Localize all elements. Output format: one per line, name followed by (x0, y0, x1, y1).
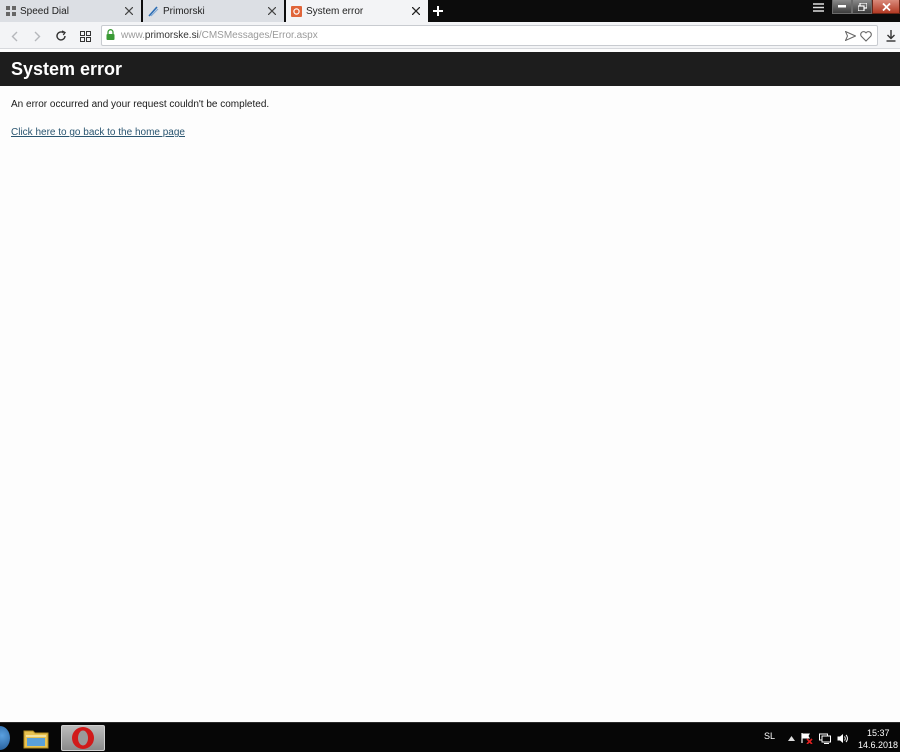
chevron-up-icon (787, 735, 795, 741)
minimize-icon (838, 5, 846, 8)
forward-button[interactable] (27, 26, 47, 46)
send-icon[interactable] (843, 28, 857, 44)
back-button[interactable] (4, 26, 24, 46)
download-icon (886, 30, 896, 42)
plus-icon (433, 6, 443, 16)
page-title: System error (11, 59, 123, 79)
clock-date[interactable]: 14.6.2018 (858, 740, 898, 750)
speed-dial-icon (5, 6, 16, 17)
restore-button[interactable] (852, 0, 872, 14)
url-prefix: www. (121, 30, 145, 41)
new-tab-button[interactable] (428, 0, 448, 22)
url-path: /CMSMessages/Error.aspx (198, 30, 318, 41)
tab-close-icon[interactable] (264, 3, 280, 19)
tab-close-icon[interactable] (121, 3, 137, 19)
error-message: An error occurred and your request could… (11, 99, 270, 110)
home-page-link[interactable]: Click here to go back to the home page (11, 127, 185, 138)
tab-primorski[interactable]: Primorski (143, 0, 284, 22)
url-field[interactable]: www.primorske.si/CMSMessages/Error.aspx (101, 25, 878, 46)
close-icon (881, 2, 891, 11)
secure-lock-icon (106, 27, 115, 45)
restore-icon (857, 2, 867, 11)
tab-close-icon[interactable] (408, 3, 424, 19)
action-center-icon[interactable] (801, 731, 813, 745)
address-toolbar: www.primorske.si/CMSMessages/Error.aspx (0, 22, 900, 49)
primorski-favicon (148, 5, 159, 17)
page-header: System error (0, 52, 900, 86)
tab-title: System error (306, 5, 364, 17)
reload-button[interactable] (51, 26, 71, 46)
tab-title: Primorski (163, 5, 205, 17)
url-host: primorske.si (144, 30, 199, 41)
network-icon[interactable] (819, 731, 831, 745)
tab-strip: Speed Dial Primorski System error (0, 0, 900, 22)
forward-arrow-icon (34, 31, 40, 41)
taskbar: SL 15:37 14.6.2018 (0, 722, 900, 752)
show-hidden-icons-button[interactable] (785, 731, 797, 745)
reload-icon (56, 30, 66, 41)
folder-icon (23, 730, 49, 749)
tab-speed-dial[interactable]: Speed Dial (0, 0, 141, 22)
error-favicon (291, 5, 302, 17)
close-window-button[interactable] (872, 0, 900, 14)
start-button[interactable] (0, 726, 10, 750)
opera-icon (72, 727, 94, 749)
tab-title: Speed Dial (20, 5, 69, 17)
language-indicator[interactable]: SL (764, 731, 775, 741)
clock-time[interactable]: 15:37 (867, 728, 890, 738)
minimize-button[interactable] (832, 0, 852, 14)
downloads-button[interactable] (883, 26, 899, 46)
taskbar-opera-button[interactable] (61, 725, 105, 751)
url-text: www.primorske.si/CMSMessages/Error.aspx (121, 30, 318, 41)
back-arrow-icon (11, 31, 17, 41)
volume-icon[interactable] (837, 731, 849, 745)
bookmark-heart-icon[interactable] (859, 28, 873, 44)
tabs-grid-button[interactable] (75, 26, 95, 46)
tab-menu-button[interactable] (810, 0, 826, 14)
grid-icon (79, 30, 91, 42)
hamburger-icon (812, 2, 824, 12)
taskbar-explorer-button[interactable] (14, 725, 58, 751)
tab-system-error[interactable]: System error (286, 0, 428, 22)
